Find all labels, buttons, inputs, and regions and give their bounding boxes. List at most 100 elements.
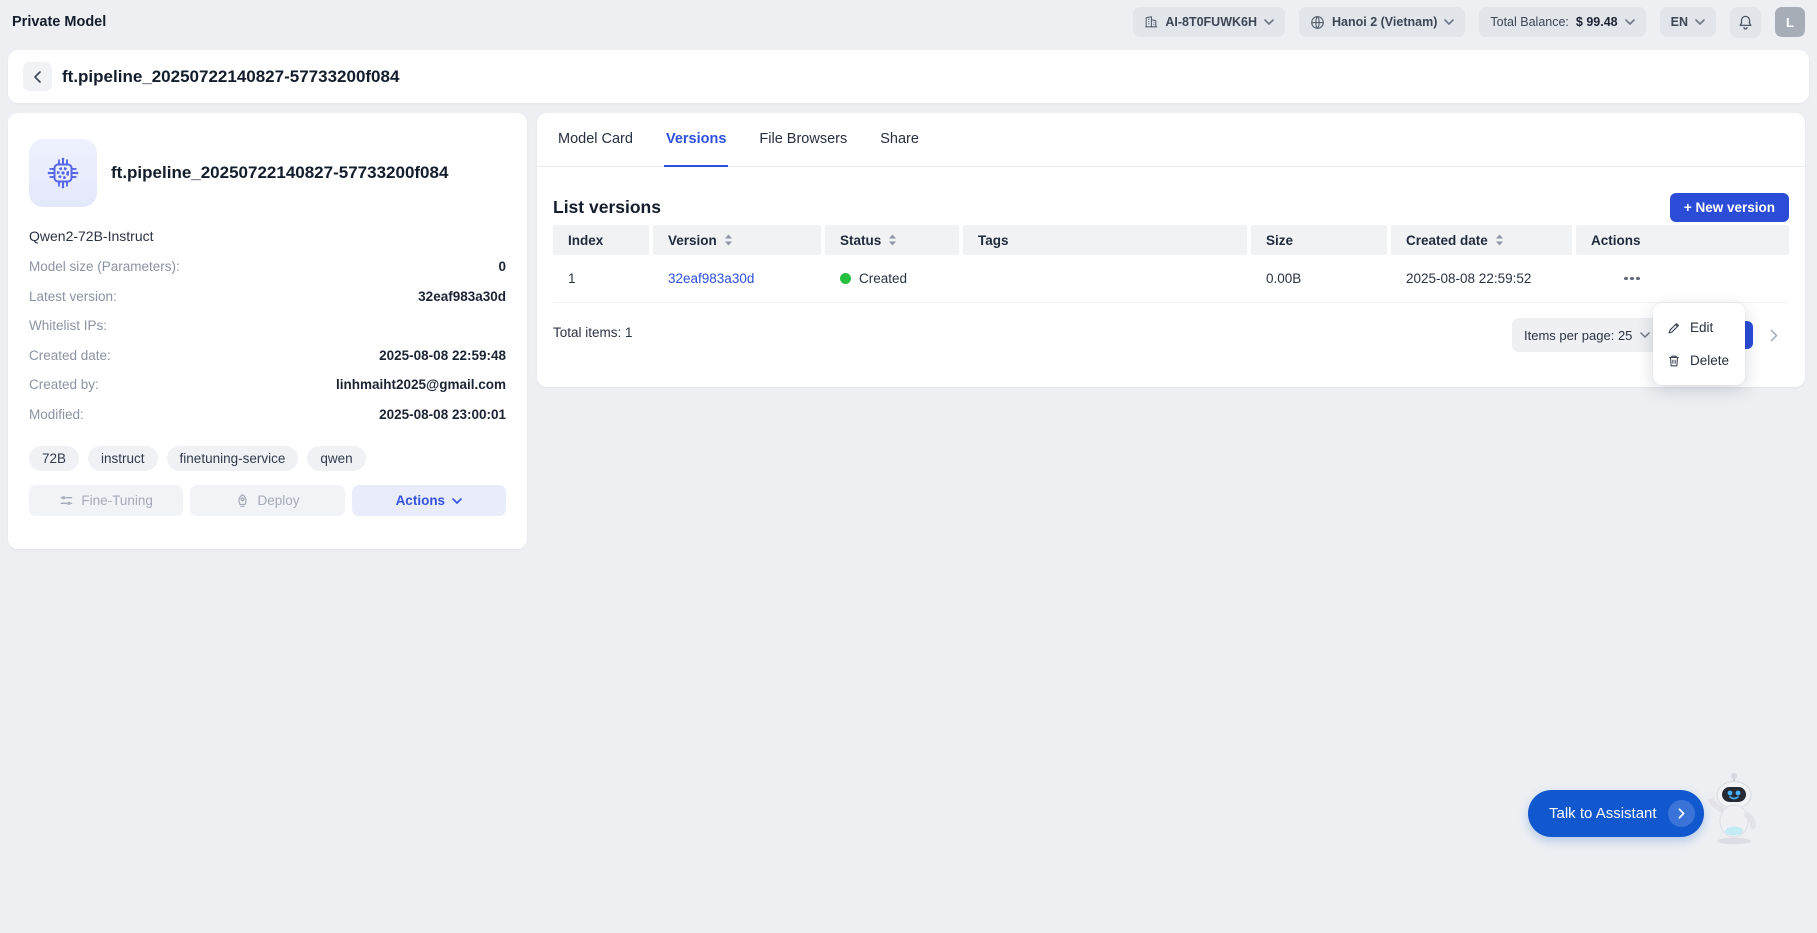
tab-versions[interactable]: Versions xyxy=(663,113,729,167)
tab-file-browsers[interactable]: File Browsers xyxy=(757,113,849,167)
next-page-button[interactable] xyxy=(1763,324,1785,346)
new-version-button[interactable]: + New version xyxy=(1669,192,1789,222)
field-value: 2025-08-08 23:00:01 xyxy=(379,406,506,422)
rocket-icon xyxy=(235,493,250,508)
field-label: Whitelist IPs: xyxy=(29,318,108,334)
chevron-right-icon xyxy=(1770,329,1778,342)
tab-model-card[interactable]: Model Card xyxy=(556,113,635,167)
deploy-label: Deploy xyxy=(257,493,300,508)
chevron-left-icon xyxy=(34,70,41,83)
talk-to-assistant-button[interactable]: Talk to Assistant xyxy=(1528,790,1704,837)
field-row: Whitelist IPs: xyxy=(29,311,506,341)
region-label: Hanoi 2 (Vietnam) xyxy=(1332,15,1438,29)
cell-actions xyxy=(1576,272,1789,286)
delete-label: Delete xyxy=(1690,353,1730,368)
deploy-button[interactable]: Deploy xyxy=(190,485,345,516)
field-label: Model size (Parameters): xyxy=(29,259,180,275)
field-row: Created by: linhmaiht2025@gmail.com xyxy=(29,370,506,400)
language-label: EN xyxy=(1670,15,1688,29)
workspace-selector[interactable]: AI-8T0FUWK6H xyxy=(1133,7,1286,37)
column-header-tags: Tags xyxy=(963,225,1247,255)
fine-tuning-button[interactable]: Fine-Tuning xyxy=(29,485,184,516)
assistant-robot-mascot[interactable] xyxy=(1700,768,1766,851)
edit-label: Edit xyxy=(1690,320,1714,335)
column-header-actions: Actions xyxy=(1576,225,1789,255)
breadcrumb: ft.pipeline_20250722140827-57733200f084 xyxy=(8,50,1809,103)
field-label: Created date: xyxy=(29,347,111,363)
balance-selector[interactable]: Total Balance: $ 99.48 xyxy=(1479,7,1646,37)
items-per-page-label: Items per page: 25 xyxy=(1524,327,1633,343)
page: Private Model AI-8T0FUWK6H Hanoi 2 (Viet… xyxy=(0,0,1817,933)
sort-carets-icon[interactable] xyxy=(724,234,733,246)
sort-carets-icon[interactable] xyxy=(1495,234,1504,246)
tab-share[interactable]: Share xyxy=(878,113,921,167)
trash-icon xyxy=(1667,354,1681,368)
globe-icon xyxy=(1310,15,1325,30)
chevron-down-icon xyxy=(1264,19,1274,25)
row-actions-ellipsis-button[interactable] xyxy=(1621,272,1643,286)
building-icon xyxy=(1144,15,1158,29)
column-header-version[interactable]: Version xyxy=(653,225,821,255)
sort-carets-icon[interactable] xyxy=(888,234,897,246)
model-summary-card: ft.pipeline_20250722140827-57733200f084 … xyxy=(8,113,527,549)
model-tag: qwen xyxy=(307,446,366,471)
workspace-label: AI-8T0FUWK6H xyxy=(1165,15,1258,29)
cell-status: Created xyxy=(825,271,959,286)
model-title: ft.pipeline_20250722140827-57733200f084 xyxy=(111,163,449,182)
status-badge: Created xyxy=(859,271,908,286)
pencil-icon xyxy=(1667,321,1681,335)
actions-dropdown-button[interactable]: Actions xyxy=(351,485,506,516)
model-tags: 72B instruct finetuning-service qwen xyxy=(29,446,506,471)
breadcrumb-title: ft.pipeline_20250722140827-57733200f084 xyxy=(62,66,400,86)
page-title: Private Model xyxy=(12,14,107,30)
topbar: Private Model AI-8T0FUWK6H Hanoi 2 (Viet… xyxy=(0,0,1817,44)
field-value: 0 xyxy=(498,259,506,275)
balance-label: Total Balance: xyxy=(1490,15,1569,29)
detail-tabs: Model Card Versions File Browsers Share xyxy=(537,113,1805,167)
field-row: Latest version: 32eaf983a30d xyxy=(29,282,506,312)
chevron-right-icon xyxy=(1667,800,1695,827)
back-button[interactable] xyxy=(23,62,52,91)
ai-chip-icon xyxy=(29,139,97,207)
assistant-label: Talk to Assistant xyxy=(1549,805,1657,822)
list-versions-heading: List versions xyxy=(553,196,661,217)
notifications-button[interactable] xyxy=(1730,6,1761,38)
menu-item-edit[interactable]: Edit xyxy=(1653,311,1745,344)
region-selector[interactable]: Hanoi 2 (Vietnam) xyxy=(1299,7,1466,37)
model-detail-panel: Model Card Versions File Browsers Share … xyxy=(537,113,1805,387)
bell-icon xyxy=(1737,14,1754,31)
cell-size: 0.00B xyxy=(1266,271,1302,286)
chevron-down-icon xyxy=(452,497,462,504)
model-tag: instruct xyxy=(88,446,158,471)
field-row: Model size (Parameters): 0 xyxy=(29,252,506,282)
topbar-controls: AI-8T0FUWK6H Hanoi 2 (Vietnam) Total Bal… xyxy=(1133,6,1805,38)
items-per-page-select[interactable]: Items per page: 25 xyxy=(1512,318,1663,352)
cell-created-date: 2025-08-08 22:59:52 xyxy=(1406,271,1532,286)
model-fields: Model size (Parameters): 0 Latest versio… xyxy=(29,252,506,429)
sliders-icon xyxy=(59,493,74,508)
list-versions-header: List versions + New version xyxy=(553,192,1789,222)
balance-value: $ 99.48 xyxy=(1575,15,1618,29)
chevron-down-icon xyxy=(1624,19,1635,25)
chevron-down-icon xyxy=(1444,19,1455,25)
cell-version: 32eaf983a30d xyxy=(653,271,821,286)
row-actions-menu: Edit Delete xyxy=(1653,303,1745,385)
column-header-status[interactable]: Status xyxy=(825,225,959,255)
field-row: Modified: 2025-08-08 23:00:01 xyxy=(29,400,506,430)
actions-label: Actions xyxy=(395,493,446,508)
base-model-name: Qwen2-72B-Instruct xyxy=(29,228,154,244)
model-tag: 72B xyxy=(29,446,80,471)
field-label: Latest version: xyxy=(29,288,117,304)
version-link[interactable]: 32eaf983a30d xyxy=(668,271,754,286)
versions-table-header: Index Version Status Tags Size Created d… xyxy=(553,225,1789,255)
column-header-created-date[interactable]: Created date xyxy=(1391,225,1572,255)
table-row: 1 32eaf983a30d Created 0.00B 2025-08-08 … xyxy=(553,255,1789,303)
cell-index: 1 xyxy=(568,271,576,286)
menu-item-delete[interactable]: Delete xyxy=(1653,344,1745,377)
field-label: Created by: xyxy=(29,377,99,393)
status-dot xyxy=(840,273,851,284)
language-selector[interactable]: EN xyxy=(1659,7,1716,37)
user-avatar[interactable]: L xyxy=(1775,7,1805,37)
column-header-index: Index xyxy=(553,225,649,255)
field-value: linhmaiht2025@gmail.com xyxy=(336,377,506,393)
